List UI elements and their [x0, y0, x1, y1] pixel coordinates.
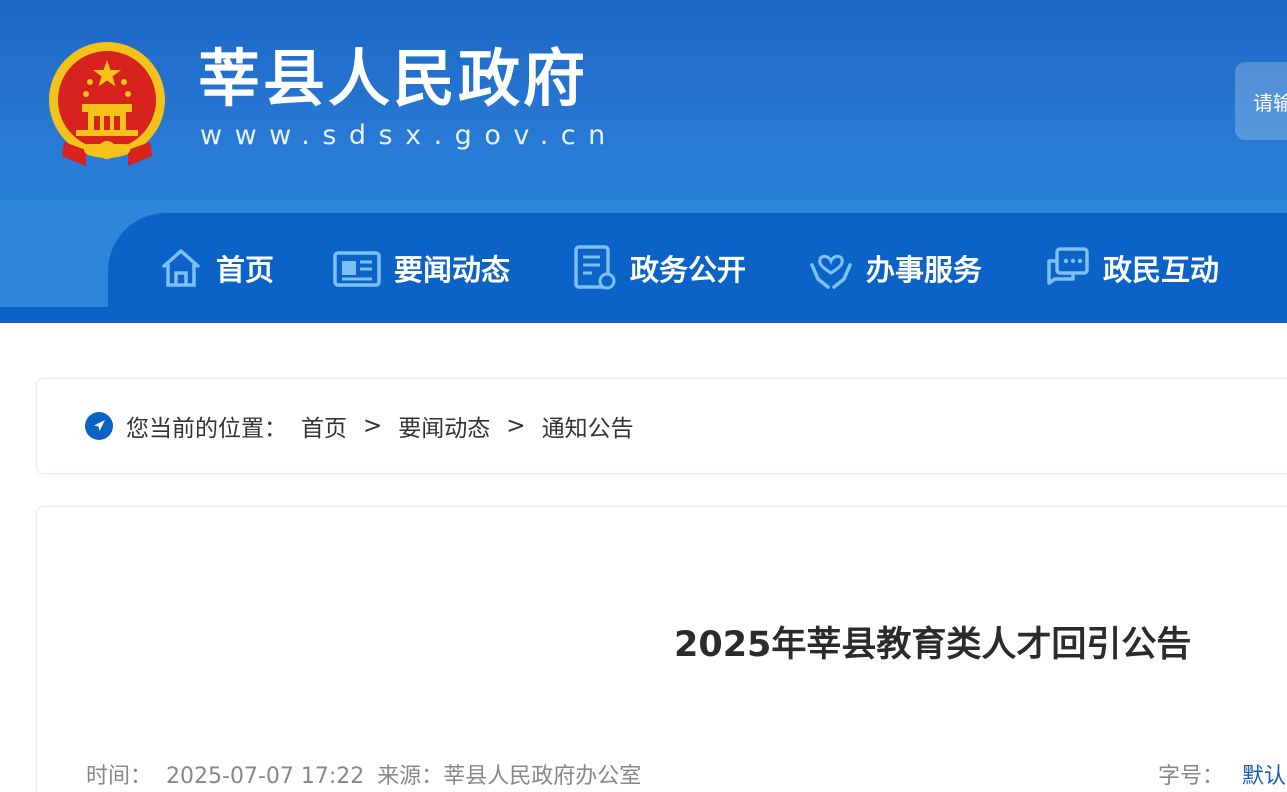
time-value: 2025-07-07 17:22	[166, 764, 365, 789]
breadcrumb: 您当前的位置： 首页 > 要闻动态 > 通知公告	[84, 404, 634, 448]
news-icon	[333, 251, 381, 287]
source-label: 来源：	[377, 764, 444, 789]
nav-item-label: 要闻动态	[394, 253, 511, 287]
breadcrumb-link-notices[interactable]: 通知公告	[542, 409, 634, 443]
national-emblem-icon[interactable]	[46, 38, 168, 170]
article-title: 2025年莘县教育类人才回引公告	[674, 625, 1192, 665]
nav-item-home[interactable]: 首页	[158, 240, 274, 296]
chat-icon	[1047, 247, 1089, 285]
font-size-label: 字号：	[1158, 764, 1225, 789]
nav-item-news[interactable]: 要闻动态	[332, 240, 510, 296]
nav-item-label: 办事服务	[866, 253, 983, 287]
search-input[interactable]: 请输	[1235, 62, 1287, 140]
breadcrumb-link-news[interactable]: 要闻动态	[398, 409, 490, 443]
font-size-control: 字号： 默认	[1158, 758, 1286, 790]
site-title[interactable]: 莘县人民政府	[198, 48, 588, 110]
font-size-default-link[interactable]: 默认	[1242, 764, 1286, 789]
service-hands-icon	[810, 254, 852, 289]
nav-item-interaction[interactable]: 政民互动	[1045, 240, 1219, 296]
breadcrumb-link-home[interactable]: 首页	[301, 409, 347, 443]
breadcrumb-separator: >	[363, 413, 383, 439]
breadcrumb-separator: >	[506, 413, 526, 439]
nav-item-label: 政民互动	[1103, 253, 1220, 287]
nav-item-services[interactable]: 办事服务	[808, 240, 982, 296]
nav-item-gov-affairs[interactable]: 政务公开	[572, 240, 746, 296]
home-icon	[161, 249, 201, 287]
site-url: www.sdsx.gov.cn	[200, 120, 618, 151]
nav-item-label: 政务公开	[630, 253, 747, 287]
location-arrow-icon	[85, 412, 113, 440]
nav-strip	[0, 307, 1287, 323]
source-value: 莘县人民政府办公室	[443, 764, 642, 789]
document-icon	[574, 245, 616, 290]
time-label: 时间：	[86, 764, 153, 789]
nav-item-label: 首页	[216, 253, 275, 287]
article-meta: 时间： 2025-07-07 17:22 来源：莘县人民政府办公室	[86, 758, 641, 790]
breadcrumb-prefix: 您当前的位置：	[126, 416, 287, 442]
